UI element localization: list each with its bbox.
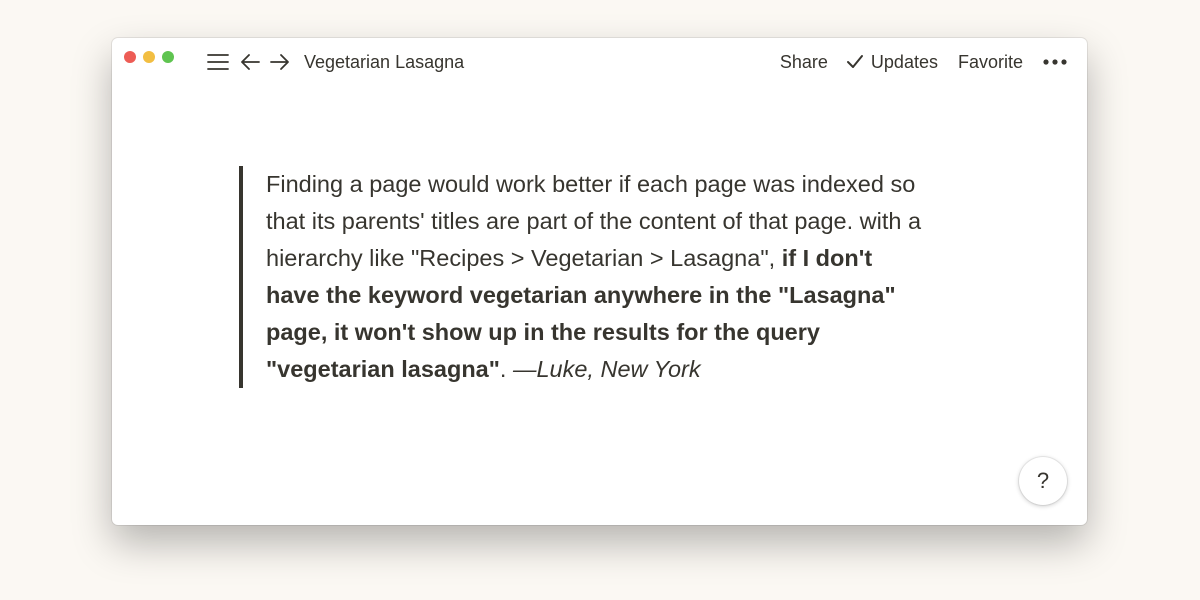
back-button[interactable] <box>236 48 264 76</box>
sidebar-menu-button[interactable] <box>204 48 232 76</box>
page-content: Finding a page would work better if each… <box>239 166 939 388</box>
more-dots-icon <box>1043 59 1067 65</box>
updates-label: Updates <box>870 51 938 72</box>
help-label: ? <box>1036 468 1050 493</box>
maximize-window-button[interactable] <box>162 51 174 63</box>
checkmark-icon <box>846 55 863 68</box>
close-window-button[interactable] <box>124 51 136 63</box>
window-controls <box>124 51 174 63</box>
quote-attribution: —Luke, New York <box>512 356 701 382</box>
updates-button[interactable]: Updates <box>846 52 938 73</box>
quote-punctuation: . <box>499 356 513 382</box>
topbar: Vegetarian Lasagna Share Updates Favorit… <box>112 38 1087 86</box>
arrow-left-icon <box>241 54 260 70</box>
favorite-label: Favorite <box>957 51 1023 72</box>
share-label: Share <box>779 51 828 72</box>
more-options-button[interactable] <box>1041 48 1069 76</box>
quote-block[interactable]: Finding a page would work better if each… <box>239 166 926 388</box>
help-button[interactable]: ? <box>1019 457 1067 505</box>
page-title[interactable]: Vegetarian Lasagna <box>304 52 464 73</box>
hamburger-menu-icon <box>207 54 229 70</box>
favorite-button[interactable]: Favorite <box>958 52 1023 73</box>
share-button[interactable]: Share <box>780 52 828 73</box>
forward-button[interactable] <box>266 48 294 76</box>
app-window: Vegetarian Lasagna Share Updates Favorit… <box>112 38 1087 525</box>
arrow-right-icon <box>270 54 289 70</box>
minimize-window-button[interactable] <box>143 51 155 63</box>
